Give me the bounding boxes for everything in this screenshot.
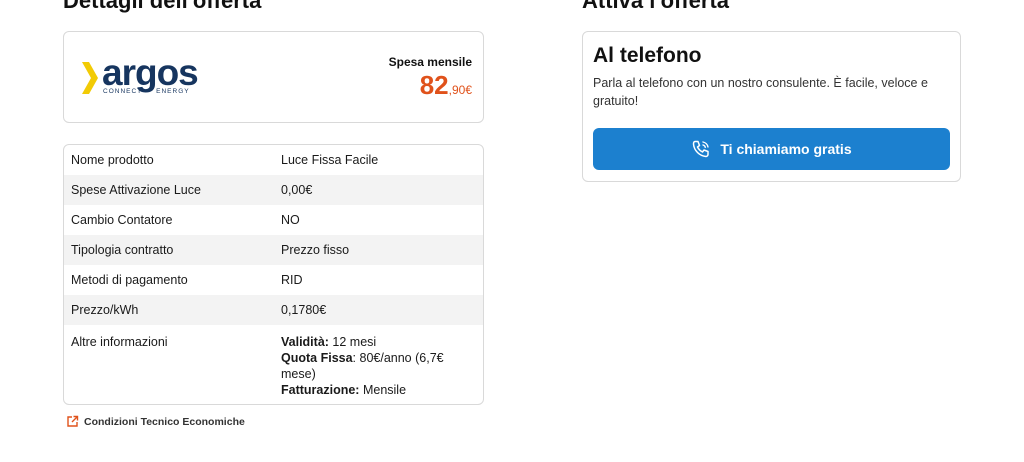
table-row: Spese Attivazione Luce 0,00€ xyxy=(64,175,483,205)
phone-title: Al telefono xyxy=(593,44,702,67)
table-row: Nome prodotto Luce Fissa Facile xyxy=(64,145,483,175)
offer-details-table: Nome prodotto Luce Fissa Facile Spese At… xyxy=(63,144,484,405)
logo-chevron-icon xyxy=(82,62,98,94)
billing-line: Fatturazione: Mensile xyxy=(281,383,407,397)
argos-logo: argos CONNECT ENERGY xyxy=(80,52,210,98)
price-integer: 82 xyxy=(419,70,449,100)
monthly-price: 82,90€ xyxy=(420,70,472,101)
offer-details-title: Dettagli dell'offerta xyxy=(63,0,262,13)
call-me-button-label: Ti chiamiamo gratis xyxy=(720,141,852,157)
phone-contact-card: Al telefono Parla al telefono con un nos… xyxy=(582,31,961,182)
row-key: Metodi di pagamento xyxy=(71,273,188,287)
row-value: Prezzo fisso xyxy=(274,235,483,265)
fixed-fee-line: Quota Fissa: 80€/anno (6,7€ mese) xyxy=(281,351,444,381)
row-value: Luce Fissa Facile xyxy=(281,153,379,167)
offer-summary-card: argos CONNECT ENERGY Spesa mensile 82,90€ xyxy=(63,31,484,123)
row-key: Altre informazioni xyxy=(71,335,168,349)
row-key: Tipologia contratto xyxy=(64,235,274,265)
table-row: Prezzo/kWh 0,1780€ xyxy=(64,295,483,325)
external-link-icon xyxy=(67,415,79,427)
logo-subtitle: CONNECT ENERGY xyxy=(103,88,190,95)
activate-offer-title: Attiva l'offerta xyxy=(582,0,730,13)
row-key: Cambio Contatore xyxy=(71,213,173,227)
monthly-cost-label: Spesa mensile xyxy=(388,55,472,69)
row-value: 0,00€ xyxy=(274,175,483,205)
row-key: Spese Attivazione Luce xyxy=(64,175,274,205)
row-value: NO xyxy=(281,213,300,227)
row-key: Nome prodotto xyxy=(71,153,154,167)
conditions-link[interactable]: Condizioni Tecnico Economiche xyxy=(66,415,245,428)
validity-line: Validità: 12 mesi xyxy=(281,335,377,349)
row-value: 0,1780€ xyxy=(274,295,483,325)
table-row-other-info: Altre informazioni Validità: 12 mesi Quo… xyxy=(64,325,483,404)
phone-description: Parla al telefono con un nostro consulen… xyxy=(593,76,928,108)
row-value: RID xyxy=(281,273,303,287)
table-row: Cambio Contatore NO xyxy=(64,205,483,235)
conditions-link-label[interactable]: Condizioni Tecnico Economiche xyxy=(84,416,245,428)
row-value-other-info: Validità: 12 mesi Quota Fissa: 80€/anno … xyxy=(274,325,483,404)
call-me-button[interactable]: Ti chiamiamo gratis xyxy=(593,128,950,170)
phone-call-icon xyxy=(693,140,710,158)
table-row: Metodi di pagamento RID xyxy=(64,265,483,295)
table-row: Tipologia contratto Prezzo fisso xyxy=(64,235,483,265)
row-key: Prezzo/kWh xyxy=(64,295,274,325)
price-decimal: ,90€ xyxy=(448,83,472,97)
